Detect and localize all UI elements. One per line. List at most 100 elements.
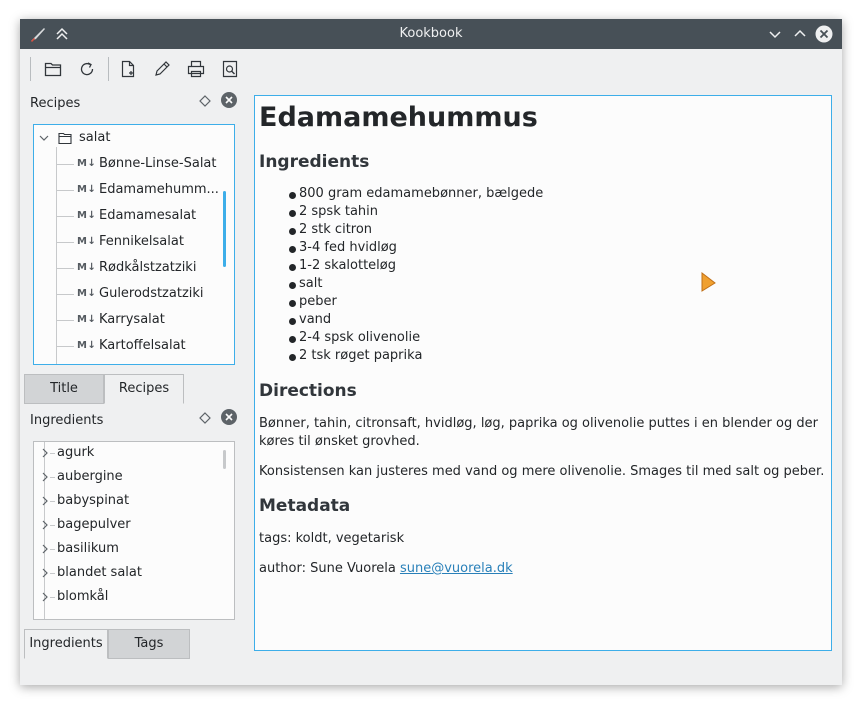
chevron-down-icon[interactable]	[39, 133, 49, 143]
ingredient-item-label: bagepulver	[57, 517, 131, 532]
recipe-item-label: Edamamehumm...	[99, 182, 219, 197]
recipe-item[interactable]: M↓ Gulerodstzatziki	[34, 281, 234, 307]
recipes-scrollbar[interactable]	[223, 191, 226, 267]
markdown-file-icon: M↓	[77, 314, 97, 325]
folder-open-icon[interactable]	[41, 57, 65, 81]
direction-paragraph: Konsistensen kan justeres med vand og me…	[259, 464, 825, 479]
ingredient-item-label: blomkål	[57, 589, 109, 604]
recipes-dock: Recipes salat M↓ Bønne-Linse-Salat M↓ Ed…	[24, 90, 243, 405]
ingredient-item[interactable]: agurk	[34, 442, 234, 466]
ingredient-line: 800 gram edamamebønner, bælgede	[289, 186, 543, 204]
markdown-file-icon: M↓	[77, 288, 97, 299]
ingredient-item-label: blandet salat	[57, 565, 142, 580]
ingredient-item[interactable]: aubergine	[34, 464, 234, 490]
app-window: Kookbook Recipes salat M↓ Bønne-Linse-Sa…	[20, 19, 842, 685]
new-document-icon[interactable]	[116, 57, 140, 81]
mouse-cursor-icon	[701, 271, 716, 292]
chevron-right-icon[interactable]	[40, 448, 50, 458]
ingredient-line: 2-4 spsk olivenolie	[289, 330, 420, 348]
folder-icon	[58, 132, 72, 145]
ingredient-item-label: aubergine	[57, 469, 123, 484]
author-email-link[interactable]: sune@vuorela.dk	[400, 561, 513, 576]
author-name: author: Sune Vuorela	[259, 561, 396, 576]
recipe-item-label: Gulerodstzatziki	[99, 286, 204, 301]
print-icon[interactable]	[184, 57, 208, 81]
ingredient-item-label: babyspinat	[57, 493, 130, 508]
ingredient-item-label: agurk	[57, 445, 95, 460]
recipe-item-label: Karrysalat	[99, 312, 165, 327]
ingredient-line: 2 stk citron	[289, 222, 372, 240]
ingredient-item-label: basilikum	[57, 541, 119, 556]
chevron-up-icon[interactable]	[790, 24, 810, 44]
chevron-right-icon[interactable]	[40, 568, 50, 578]
ingredient-line: 2 tsk røget paprika	[289, 348, 422, 366]
direction-paragraph: Bønner, tahin, citronsaft, hvidløg, løg,…	[259, 416, 818, 449]
markdown-file-icon: M↓	[77, 340, 97, 351]
ingredients-heading: Ingredients	[259, 152, 370, 172]
window-title: Kookbook	[399, 26, 463, 41]
tags-line: tags: koldt, vegetarisk	[259, 531, 405, 546]
markdown-file-icon: M↓	[77, 184, 97, 195]
tree-folder-salat[interactable]: salat	[34, 125, 234, 151]
close-dock-icon[interactable]	[221, 92, 237, 108]
recipe-item[interactable]: M↓ Bønne-Linse-Salat	[34, 151, 234, 177]
close-icon[interactable]	[814, 24, 834, 44]
markdown-file-icon: M↓	[77, 210, 97, 221]
recipe-title: Edamamehummus	[259, 102, 538, 133]
recipes-dock-title: Recipes	[30, 96, 81, 111]
recipe-item-label: Kartoffelsalat	[99, 338, 186, 353]
recipe-item[interactable]: M↓ Edamamesalat	[34, 203, 234, 229]
ingredients-dock-title: Ingredients	[30, 413, 104, 428]
float-dock-icon[interactable]	[198, 94, 212, 108]
ingredient-item[interactable]: basilikum	[34, 536, 234, 562]
toolbar-handle[interactable]	[30, 57, 31, 81]
recipe-item-label: Rødkålstzatziki	[99, 260, 197, 275]
author-line: author: Sune Vuorela sune@vuorela.dk	[259, 560, 825, 578]
edit-pencil-icon[interactable]	[150, 57, 174, 81]
recipe-item[interactable]: M↓ Edamamehumm...	[34, 177, 234, 203]
chevron-right-icon[interactable]	[40, 496, 50, 506]
recipe-view[interactable]: Edamamehummus Ingredients 800 gram edama…	[254, 95, 832, 651]
ingredient-line: salt	[289, 276, 322, 294]
recipe-item[interactable]: M↓ Fennikelsalat	[34, 229, 234, 255]
close-dock-icon[interactable]	[221, 409, 237, 425]
tab-recipes[interactable]: Recipes	[104, 374, 184, 404]
ingredient-line: 3-4 fed hvidløg	[289, 240, 397, 258]
ingredients-tree[interactable]: agurk aubergine babyspinat bagepulver ba	[33, 441, 235, 620]
ingredients-dock: Ingredients agurk aubergine babyspinat b…	[24, 407, 243, 659]
chevron-right-icon[interactable]	[40, 472, 50, 482]
tab-title[interactable]: Title	[24, 374, 104, 404]
ingredients-scrollbar[interactable]	[223, 450, 226, 469]
tree-folder-label: salat	[79, 130, 111, 145]
chevron-right-icon[interactable]	[40, 592, 50, 602]
recipe-item[interactable]: M↓ Karrysalat	[34, 307, 234, 333]
directions-heading: Directions	[259, 381, 357, 401]
recipe-item[interactable]: M↓ Kartoffelsalat	[34, 333, 234, 359]
reload-icon[interactable]	[75, 57, 99, 81]
toolbar-separator	[108, 57, 109, 81]
metadata-heading: Metadata	[259, 496, 351, 516]
recipe-item-label: Bønne-Linse-Salat	[99, 156, 217, 171]
tab-ingredients[interactable]: Ingredients	[24, 629, 108, 659]
recipe-item[interactable]: M↓ Rødkålstzatziki	[34, 255, 234, 281]
ingredient-line: 1-2 skalotteløg	[289, 258, 396, 276]
recipes-tree[interactable]: salat M↓ Bønne-Linse-Salat M↓ Edamamehum…	[33, 124, 235, 365]
markdown-file-icon: M↓	[77, 158, 97, 169]
ingredient-line: 2 spsk tahin	[289, 204, 378, 222]
markdown-file-icon: M↓	[77, 236, 97, 247]
ingredient-line: peber	[289, 294, 337, 312]
tab-tags[interactable]: Tags	[108, 629, 190, 659]
title-bar[interactable]: Kookbook	[20, 19, 842, 49]
chevron-right-icon[interactable]	[40, 544, 50, 554]
ingredient-item[interactable]: blandet salat	[34, 560, 234, 586]
toolbar	[20, 49, 842, 89]
float-dock-icon[interactable]	[198, 411, 212, 425]
recipe-item-label: Fennikelsalat	[99, 234, 184, 249]
ingredient-item[interactable]: blomkål	[34, 584, 234, 610]
ingredient-item[interactable]: bagepulver	[34, 512, 234, 538]
recipe-item-label: Edamamesalat	[99, 208, 197, 223]
ingredient-item[interactable]: babyspinat	[34, 488, 234, 514]
chevron-right-icon[interactable]	[40, 520, 50, 530]
print-preview-icon[interactable]	[218, 57, 242, 81]
chevron-down-icon[interactable]	[765, 24, 785, 44]
